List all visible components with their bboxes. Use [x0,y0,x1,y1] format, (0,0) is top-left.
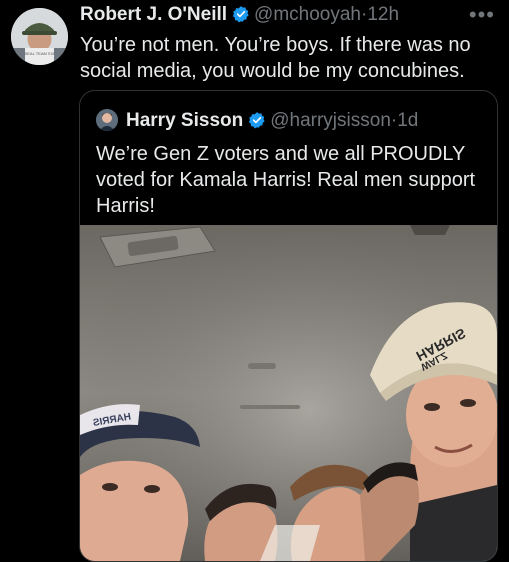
quoted-tweet[interactable]: Harry Sisson @harryjsisson·1d We’re Gen Z… [79,90,498,562]
quoted-tweet-photo[interactable]: HARRIS WALZ HARRIS [80,225,497,561]
author-name[interactable]: Robert J. O'Neill [80,4,227,25]
author-handle[interactable]: @mchooyah [254,4,361,25]
avatar-image: SEAL TEAM SIX [11,8,68,65]
quoted-verified-badge-icon [248,111,266,135]
quoted-author-handle[interactable]: @harryjsisson [270,110,391,131]
quoted-tweet-header: Harry Sisson @harryjsisson·1d [96,109,418,133]
quoted-avatar-image [96,109,118,131]
verified-badge-icon [232,5,250,29]
quoted-tweet-text: We’re Gen Z voters and we all PROUDLY vo… [96,143,476,217]
quoted-author-name[interactable]: Harry Sisson [126,110,243,131]
author-avatar[interactable]: SEAL TEAM SIX [11,8,68,65]
tweet[interactable]: SEAL TEAM SIX Robert J. O'Neill @mchooyah… [0,0,509,562]
quoted-author-avatar[interactable] [96,109,118,131]
tweet-timestamp[interactable]: 12h [367,4,399,25]
avatar-shirt-text: SEAL TEAM SIX [25,51,55,56]
tweet-text: You’re not men. You’re boys. If there wa… [80,34,471,82]
quoted-timestamp[interactable]: 1d [397,110,418,131]
more-options-button[interactable]: ••• [469,2,495,28]
tweet-header: Robert J. O'Neill @mchooyah·12h [80,4,399,28]
car-selfie-image: HARRIS WALZ HARRIS [80,225,497,561]
more-icon: ••• [468,2,495,27]
